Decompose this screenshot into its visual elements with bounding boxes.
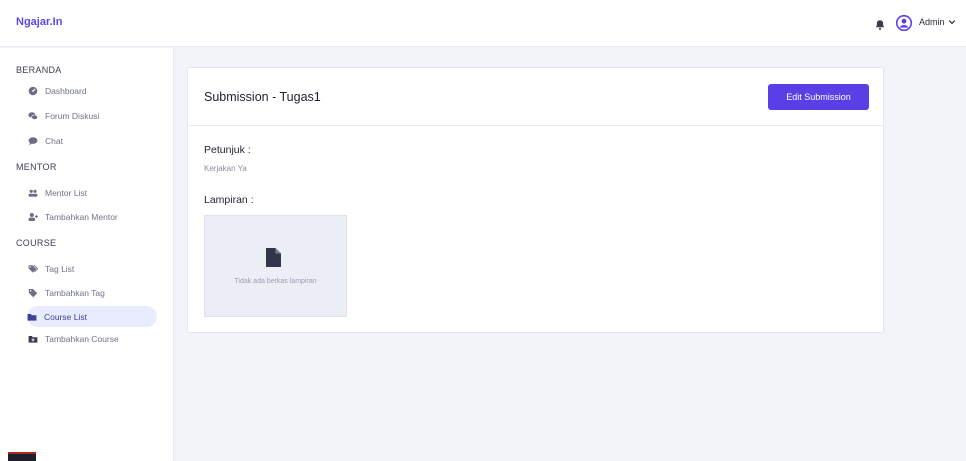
sidebar-item-dashboard[interactable]: Dashboard (28, 80, 158, 101)
folder-icon (27, 313, 37, 321)
section-course: COURSE (16, 238, 57, 248)
sidebar-item-label: Tag List (45, 263, 75, 274)
sidebar-item-chat[interactable]: Chat (28, 130, 158, 151)
attachment-empty-text: Tidak ada berkas lampiran (234, 278, 317, 285)
sidebar-item-course-list[interactable]: Course List (27, 306, 157, 327)
file-icon (266, 248, 281, 267)
sidebar-item-label: Tambahkan Course (45, 333, 119, 344)
sidebar-item-forum-diskusi[interactable]: Forum Diskusi (28, 105, 158, 126)
sidebar-item-label: Mentor List (45, 187, 88, 198)
bell-icon[interactable] (874, 18, 886, 30)
folder-plus-icon (28, 335, 38, 343)
sidebar-item-label: Forum Diskusi (45, 110, 100, 121)
attachment-label: Lampiran : (204, 194, 254, 206)
page-title: Submission - Tugas1 (204, 90, 321, 104)
user-plus-icon (28, 212, 38, 221)
section-beranda: BERANDA (16, 65, 62, 75)
sidebar-item-tambahkan-course[interactable]: Tambahkan Course (28, 328, 158, 349)
users-icon (28, 189, 38, 197)
dashboard-icon (28, 86, 38, 95)
edit-submission-button[interactable]: Edit Submission (768, 84, 869, 110)
submission-card: Submission - Tugas1 Edit Submission Petu… (187, 67, 885, 333)
attachment-placeholder: Tidak ada berkas lampiran (204, 215, 347, 317)
sidebar-item-tambahkan-mentor[interactable]: Tambahkan Mentor (28, 206, 158, 227)
sidebar-item-label: Tambahkan Mentor (45, 211, 118, 222)
instructions-label: Petunjuk : (204, 144, 251, 156)
user-name: Admin (919, 17, 945, 27)
sidebar-item-label: Course List (44, 311, 87, 322)
brand-logo[interactable]: Ngajar.In (16, 16, 62, 28)
card-header: Submission - Tugas1 Edit Submission (188, 68, 885, 126)
sidebar-item-label: Tambahkan Tag (45, 287, 105, 298)
sidebar-item-mentor-list[interactable]: Mentor List (28, 182, 158, 203)
sidebar-item-tambahkan-tag[interactable]: Tambahkan Tag (28, 282, 158, 303)
top-navbar: Ngajar.In Admin (0, 0, 966, 47)
sidebar-item-label: Chat (45, 135, 63, 146)
sidebar: BERANDA Dashboard Forum Diskusi Chat MEN… (0, 48, 174, 461)
sidebar-item-label: Dashboard (45, 85, 87, 96)
tag-icon (28, 288, 38, 297)
chevron-down-icon (948, 20, 955, 25)
tags-icon (28, 264, 38, 273)
sidebar-item-tag-list[interactable]: Tag List (28, 258, 158, 279)
instructions-text: Kerjakan Ya (204, 164, 247, 173)
corner-widget[interactable] (8, 452, 36, 461)
chat-icon (28, 136, 38, 145)
user-menu[interactable]: Admin (919, 17, 956, 27)
comments-icon (28, 111, 38, 120)
user-avatar-icon[interactable] (895, 14, 913, 32)
section-mentor: MENTOR (16, 162, 57, 172)
